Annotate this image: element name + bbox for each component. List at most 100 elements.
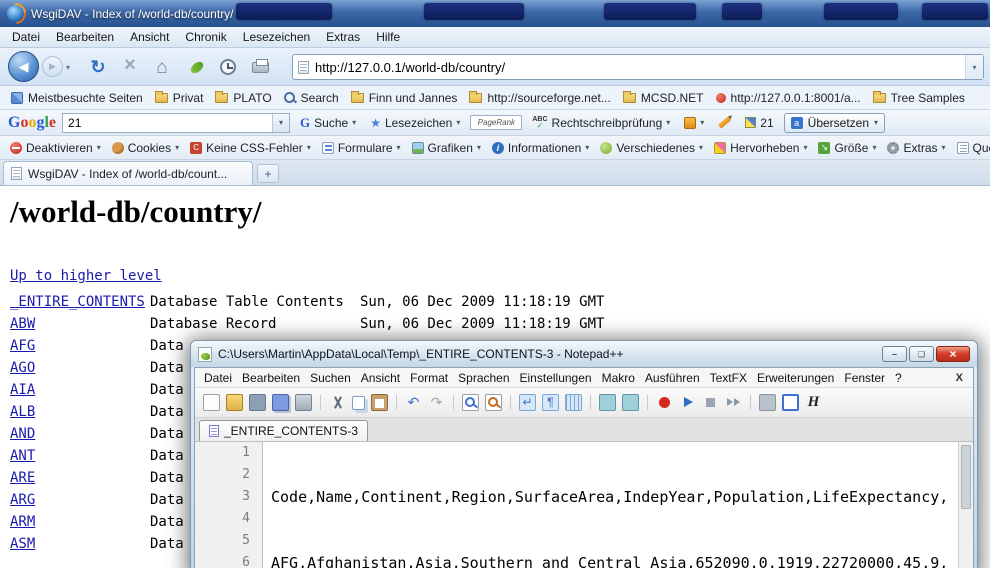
html-view-icon[interactable] [805, 394, 822, 411]
listing-link[interactable]: ARG [10, 492, 35, 508]
bookmark-finn-und-jannes[interactable]: Finn und Jannes [346, 89, 463, 107]
back-button[interactable] [8, 51, 39, 82]
webdev-formulare[interactable]: Formulare▾ [317, 139, 406, 157]
webdev-verschiedenes[interactable]: Verschiedenes▾ [595, 139, 708, 157]
play-macro-icon[interactable] [679, 394, 696, 411]
npp-menu-textfx[interactable]: TextFX [705, 371, 752, 385]
translate-button[interactable]: Übersetzen▾ [784, 113, 885, 133]
show-all-chars-icon[interactable] [542, 394, 559, 411]
npp-menu-einstellungen[interactable]: Einstellungen [515, 371, 597, 385]
listing-link[interactable]: _ENTIRE_CONTENTS [10, 294, 145, 310]
webdev-groesse[interactable]: Größe▾ [813, 139, 881, 157]
bookmark-mcsd[interactable]: MCSD.NET [618, 89, 709, 107]
listing-link[interactable]: ALB [10, 404, 35, 420]
bookmark-localhost-8001[interactable]: http://127.0.0.1:8001/a... [711, 89, 866, 107]
history-dropdown-icon[interactable]: ▾ [66, 63, 70, 72]
npp-menu-fenster[interactable]: Fenster [839, 371, 890, 385]
up-to-higher-level-link[interactable]: Up to higher level [10, 268, 162, 284]
notepad-editor[interactable]: 1 2 3 4 5 6 Code,Name,Continent,Region,S… [195, 442, 973, 568]
menu-lesezeichen[interactable]: Lesezeichen [235, 28, 318, 46]
pagerank-widget[interactable]: PageRank [470, 115, 522, 130]
code-area[interactable]: Code,Name,Continent,Region,SurfaceArea,I… [263, 442, 958, 568]
copy-icon[interactable] [352, 396, 365, 410]
minimize-button[interactable] [882, 346, 907, 362]
webdev-deaktivieren[interactable]: Deaktivieren▾ [5, 139, 106, 157]
stop-icon[interactable] [120, 54, 140, 77]
notepad-titlebar[interactable]: C:\Users\Martin\AppData\Local\Temp\_ENTI… [191, 341, 977, 367]
webdev-hervorheben[interactable]: Hervorheben▾ [709, 139, 812, 157]
highlight-button[interactable]: 21 [741, 114, 777, 132]
menu-hilfe[interactable]: Hilfe [368, 28, 408, 46]
webdev-extras[interactable]: Extras▾ [882, 139, 950, 157]
maximize-button[interactable] [909, 346, 934, 362]
monitor-icon[interactable] [782, 394, 799, 411]
paste-icon[interactable] [371, 394, 388, 411]
refresh-icon[interactable] [88, 57, 108, 78]
google-search-input[interactable]: 21 ▾ [62, 113, 290, 133]
printer-icon[interactable] [252, 62, 269, 73]
listing-link[interactable]: ARE [10, 470, 35, 486]
screenshot-icon[interactable] [759, 394, 776, 411]
listing-link[interactable]: AIA [10, 382, 35, 398]
bookmark-meistbesuchte[interactable]: Meistbesuchte Seiten [6, 89, 148, 107]
spellcheck-button[interactable]: ABCRechtschreibprüfung▾ [528, 114, 674, 132]
bookmark-plato[interactable]: PLATO [210, 89, 276, 107]
listing-link[interactable]: AFG [10, 338, 35, 354]
google-query[interactable]: 21 [63, 116, 272, 130]
npp-menu-format[interactable]: Format [405, 371, 453, 385]
npp-menu-close[interactable]: X [950, 372, 969, 384]
google-bookmarks-button[interactable]: Lesezeichen▾ [366, 114, 464, 132]
doc-map-icon[interactable] [622, 394, 639, 411]
stop-macro-icon[interactable] [702, 394, 719, 411]
scrollbar-thumb[interactable] [961, 445, 971, 509]
doc-switch-icon[interactable] [599, 394, 616, 411]
npp-menu-help[interactable]: ? [890, 371, 907, 385]
webdev-grafiken[interactable]: Grafiken▾ [407, 139, 486, 157]
history-clock-icon[interactable] [220, 59, 236, 75]
open-file-icon[interactable] [226, 394, 243, 411]
autofill-button[interactable]: ▾ [680, 115, 708, 131]
multi-play-macro-icon[interactable] [725, 394, 742, 411]
npp-menu-sprachen[interactable]: Sprachen [453, 371, 514, 385]
menu-ansicht[interactable]: Ansicht [122, 28, 177, 46]
indent-guide-icon[interactable] [565, 394, 582, 411]
menu-chronik[interactable]: Chronik [177, 28, 234, 46]
menu-bearbeiten[interactable]: Bearbeiten [48, 28, 122, 46]
bookmark-privat[interactable]: Privat [150, 89, 209, 107]
npp-menu-erweiterungen[interactable]: Erweiterungen [752, 371, 839, 385]
listing-link[interactable]: ABW [10, 316, 35, 332]
forward-button[interactable] [42, 56, 63, 77]
npp-menu-ansicht[interactable]: Ansicht [356, 371, 405, 385]
listing-link[interactable]: AND [10, 426, 35, 442]
find-icon[interactable] [462, 394, 479, 411]
record-macro-icon[interactable] [656, 394, 673, 411]
word-wrap-icon[interactable] [519, 394, 536, 411]
google-search-button[interactable]: GSuche▾ [296, 113, 360, 133]
bookmark-tree-samples[interactable]: Tree Samples [868, 89, 970, 107]
menu-extras[interactable]: Extras [318, 28, 368, 46]
cut-icon[interactable] [329, 394, 346, 411]
npp-menu-ausfuehren[interactable]: Ausführen [640, 371, 705, 385]
listing-link[interactable]: ARM [10, 514, 35, 530]
bookmark-sourceforge[interactable]: http://sourceforge.net... [464, 89, 615, 107]
webdev-quelltext[interactable]: Quellte... [952, 139, 990, 157]
webdev-cookies[interactable]: Cookies▾ [107, 139, 184, 157]
webdev-css[interactable]: Keine CSS-Fehler▾ [185, 139, 316, 157]
npp-menu-suchen[interactable]: Suchen [305, 371, 356, 385]
url-dropdown-icon[interactable]: ▾ [965, 55, 983, 79]
notepad-tab[interactable]: _ENTIRE_CONTENTS-3 [199, 420, 368, 441]
save-all-icon[interactable] [272, 394, 289, 411]
listing-link[interactable]: ANT [10, 448, 35, 464]
npp-menu-makro[interactable]: Makro [597, 371, 640, 385]
webdav-leaf-icon[interactable] [189, 60, 206, 75]
close-button[interactable] [936, 346, 970, 362]
webdev-informationen[interactable]: Informationen▾ [487, 139, 594, 157]
npp-menu-bearbeiten[interactable]: Bearbeiten [237, 371, 305, 385]
google-search-dropdown-icon[interactable]: ▾ [272, 114, 289, 132]
npp-menu-datei[interactable]: Datei [199, 371, 237, 385]
url-input[interactable]: http://127.0.0.1/world-db/country/ [315, 60, 959, 75]
new-file-icon[interactable] [203, 394, 220, 411]
redo-icon[interactable] [428, 394, 445, 411]
replace-icon[interactable] [485, 394, 502, 411]
listing-link[interactable]: AGO [10, 360, 35, 376]
